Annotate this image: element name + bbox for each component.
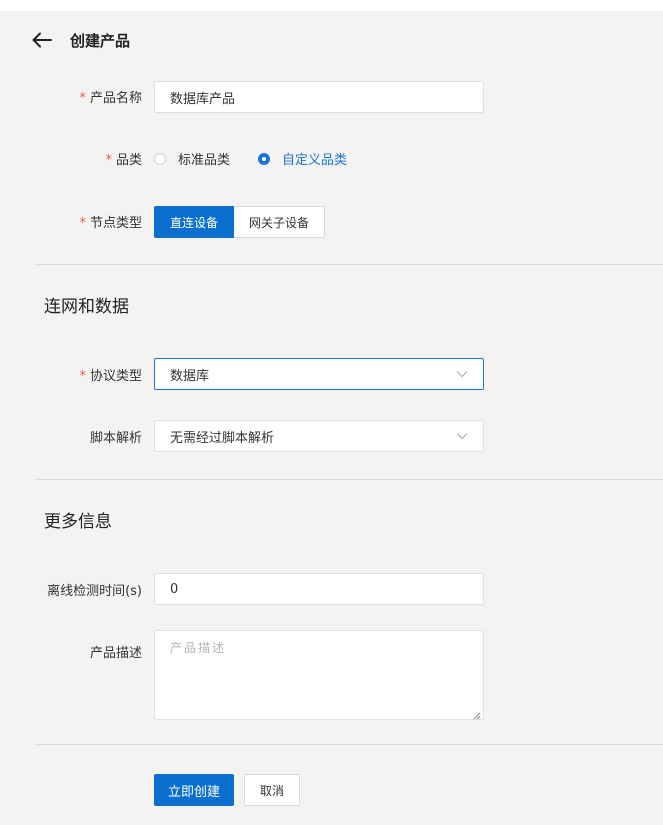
network-section-title: 连网和数据 <box>44 297 129 317</box>
description-label: 产品描述 <box>89 646 142 661</box>
node-type-direct-button[interactable]: 直连设备 <box>154 206 235 238</box>
page-title: 创建产品 <box>70 31 131 50</box>
category-radio-custom[interactable]: 自定义品类 <box>258 149 347 168</box>
offline-check-label: 离线检测时间(s) <box>47 584 142 599</box>
protocol-select[interactable]: 数据库 <box>154 358 484 390</box>
required-mark: * <box>79 216 86 231</box>
description-placeholder: 产品描述 <box>170 641 227 655</box>
protocol-value: 数据库 <box>170 368 210 384</box>
required-mark: * <box>105 153 112 168</box>
radio-unchecked-icon <box>154 152 166 165</box>
script-value: 无需经过脚本解析 <box>170 430 275 446</box>
required-mark: * <box>79 91 86 106</box>
category-label: * 品类 <box>105 153 142 168</box>
section-divider <box>34 479 663 480</box>
radio-checked-icon <box>258 152 271 165</box>
node-type-toggle: 直连设备 网关子设备 <box>154 206 326 238</box>
description-textarea[interactable]: 产品描述 <box>154 630 484 720</box>
product-name-label: * 产品名称 <box>79 91 142 106</box>
category-radio-standard[interactable]: 标准品类 <box>154 149 230 168</box>
chevron-down-icon <box>456 368 468 380</box>
arrow-left-icon[interactable] <box>32 30 56 50</box>
required-mark: * <box>79 369 86 384</box>
page-header: 创建产品 <box>32 28 130 52</box>
script-label: 脚本解析 <box>89 431 142 446</box>
product-name-value: 数据库产品 <box>170 91 236 107</box>
product-name-input[interactable]: 数据库产品 <box>154 81 484 113</box>
section-divider <box>34 264 663 265</box>
chevron-down-icon <box>456 430 468 442</box>
category-radio-group: 标准品类 自定义品类 <box>154 149 347 168</box>
create-button[interactable]: 立即创建 <box>154 774 234 806</box>
more-section-title: 更多信息 <box>44 512 112 532</box>
section-divider <box>34 744 663 745</box>
node-type-label: * 节点类型 <box>79 216 142 231</box>
cancel-button[interactable]: 取消 <box>244 774 300 806</box>
script-select[interactable]: 无需经过脚本解析 <box>154 420 484 452</box>
offline-check-input[interactable]: 0 <box>154 573 484 605</box>
protocol-label: * 协议类型 <box>79 369 142 384</box>
node-type-gateway-button[interactable]: 网关子设备 <box>234 206 326 238</box>
resize-handle-icon[interactable] <box>473 709 481 720</box>
offline-check-value: 0 <box>170 581 179 597</box>
